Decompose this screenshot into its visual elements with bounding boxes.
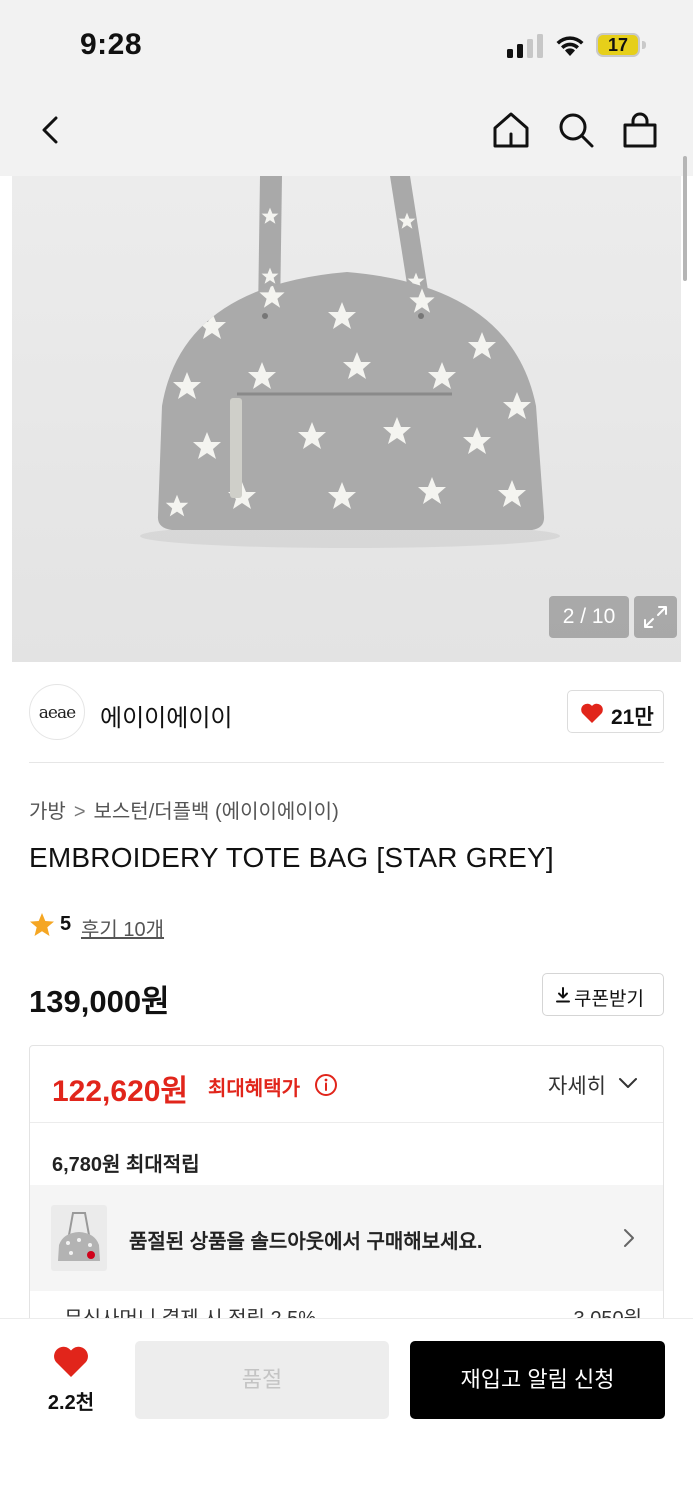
brand-logo[interactable]: aeae <box>29 684 85 740</box>
chevron-down-icon[interactable] <box>618 1076 638 1090</box>
image-counter: 2 / 10 <box>549 596 629 638</box>
brand-like-button[interactable]: 21만 <box>567 690 664 733</box>
benefit-detail-button[interactable]: 자세히 <box>548 1070 606 1100</box>
benefit-box: 122,620원 최대혜택가 자세히 6,780원 최대적립 품절된 상품을 솔… <box>29 1045 664 1335</box>
breadcrumb-item-category[interactable]: 가방 <box>29 795 66 824</box>
max-points-text: 6,780원 최대적립 <box>52 1154 200 1176</box>
review-link[interactable]: 후기 10개 <box>81 913 164 942</box>
nav-bar <box>0 90 693 176</box>
coupon-download-button[interactable]: 쿠폰받기 <box>542 973 664 1016</box>
product-image <box>140 176 560 548</box>
expand-image-button[interactable] <box>634 596 677 638</box>
chevron-right-icon: > <box>73 801 86 823</box>
soldout-banner[interactable]: 품절된 상품을 솔드아웃에서 구매해보세요. <box>30 1185 663 1291</box>
expand-icon <box>644 606 667 628</box>
status-bar: 9:28 17 <box>0 0 693 90</box>
coupon-label: 쿠폰받기 <box>574 989 644 1010</box>
soldout-button: 품절 <box>135 1341 389 1419</box>
soldout-banner-text: 품절된 상품을 솔드아웃에서 구매해보세요. <box>129 1231 483 1253</box>
breadcrumb-item-subcategory[interactable]: 보스턴/더플백 (에이이에이이) <box>94 795 339 824</box>
soldout-banner-thumbnail <box>51 1205 107 1271</box>
brand-row[interactable]: aeae 에이이에이이 21만 <box>0 662 693 762</box>
wifi-icon <box>556 36 584 56</box>
search-icon[interactable] <box>556 110 596 150</box>
back-icon[interactable] <box>32 110 72 150</box>
home-icon[interactable] <box>491 110 531 150</box>
star-icon <box>30 913 54 936</box>
scroll-indicator <box>683 156 687 281</box>
battery-indicator: 17 <box>596 33 646 57</box>
shopping-bag-icon[interactable] <box>620 110 660 150</box>
product-price: 139,000원 <box>29 984 170 1019</box>
product-image-gallery[interactable]: 2 / 10 <box>12 176 681 662</box>
divider <box>29 762 664 763</box>
divider <box>30 1122 663 1123</box>
cellular-signal-icon <box>507 34 543 58</box>
restock-alert-button[interactable]: 재입고 알림 신청 <box>410 1341 665 1419</box>
download-icon <box>556 987 570 1003</box>
rating-value: 5 <box>60 913 72 935</box>
max-benefit-price: 122,620원 <box>52 1075 189 1108</box>
battery-level: 17 <box>607 35 629 55</box>
brand-name[interactable]: 에이이에이이 <box>100 698 232 733</box>
max-benefit-label: 최대혜택가 <box>208 1078 300 1100</box>
chevron-right-icon <box>624 1229 634 1247</box>
heart-icon <box>581 703 603 723</box>
info-icon[interactable] <box>314 1073 338 1097</box>
wishlist-count: 2.2천 <box>47 1392 95 1414</box>
product-title: EMBROIDERY TOTE BAG [STAR GREY] <box>29 842 554 873</box>
brand-like-count: 21만 <box>611 706 654 729</box>
heart-icon[interactable] <box>52 1345 90 1379</box>
bottom-action-bar: 2.2천 품절 재입고 알림 신청 <box>0 1318 693 1500</box>
status-time: 9:28 <box>80 28 143 61</box>
breadcrumb: 가방 > 보스턴/더플백 (에이이에이이) <box>29 795 339 824</box>
